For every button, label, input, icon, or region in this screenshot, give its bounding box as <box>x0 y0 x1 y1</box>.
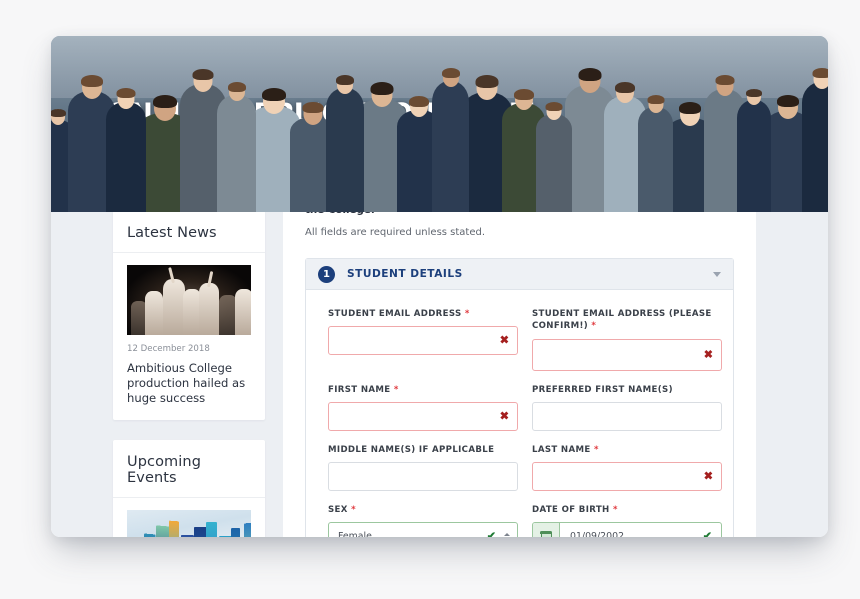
field-student-email-confirm: STUDENT EMAIL ADDRESS (PLEASE CONFIRM!) … <box>532 308 722 371</box>
label-text: LAST NAME <box>532 445 591 455</box>
section-number-badge: 1 <box>318 265 335 283</box>
label-text: STUDENT EMAIL ADDRESS <box>328 309 462 319</box>
field-sex: SEX * Female ✔ <box>328 504 518 537</box>
label-text: DATE OF BIRTH <box>532 505 610 515</box>
required-marker: * <box>351 505 356 515</box>
section-header-student-details[interactable]: 1 STUDENT DETAILS <box>306 259 733 290</box>
required-marker: * <box>393 385 399 395</box>
field-preferred-first-names: PREFERRED FIRST NAME(S) <box>532 384 722 431</box>
hero-banner: ONLINE APPLICATION FORM <box>51 36 828 212</box>
news-headline[interactable]: Ambitious College production hailed as h… <box>127 361 251 406</box>
field-label: STUDENT EMAIL ADDRESS (PLEASE CONFIRM!) … <box>532 308 722 333</box>
label-text: PREFERRED FIRST NAME(S) <box>532 385 673 395</box>
page-body: Latest News 12 December 2018 Ambitious C… <box>51 172 828 537</box>
required-marker: * <box>612 505 618 515</box>
field-last-name: LAST NAME * ✖ <box>532 444 722 491</box>
field-label: DATE OF BIRTH * <box>532 504 722 516</box>
upcoming-events-card: Upcoming Events <box>113 440 265 537</box>
student-email-confirm-input[interactable] <box>532 339 722 371</box>
first-name-input[interactable] <box>328 402 518 431</box>
calendar-icon[interactable] <box>533 523 560 537</box>
sidebar: Latest News 12 December 2018 Ambitious C… <box>113 211 265 537</box>
label-text: FIRST NAME <box>328 385 391 395</box>
field-middle-names: MIDDLE NAME(S) IF APPLICABLE <box>328 444 518 491</box>
field-label: STUDENT EMAIL ADDRESS * <box>328 308 518 320</box>
form-row: SEX * Female ✔ DATE OF BIRTH * 01/09/200… <box>328 504 722 537</box>
required-marker: * <box>464 309 470 319</box>
form-row: FIRST NAME * ✖ PREFERRED FIRST NAME(S) <box>328 384 722 431</box>
field-label: LAST NAME * <box>532 444 722 456</box>
form-subtext: All fields are required unless stated. <box>305 227 486 238</box>
label-text: SEX <box>328 505 348 515</box>
field-label: FIRST NAME * <box>328 384 518 396</box>
upcoming-events-title: Upcoming Events <box>113 440 265 498</box>
section-title: STUDENT DETAILS <box>347 268 463 280</box>
form-row: STUDENT EMAIL ADDRESS * ✖ STUDENT EMAIL … <box>328 308 722 371</box>
latest-news-title: Latest News <box>113 211 265 253</box>
date-of-birth-field[interactable]: 01/09/2002 ✔ <box>532 522 722 537</box>
section-body: STUDENT EMAIL ADDRESS * ✖ STUDENT EMAIL … <box>306 290 733 537</box>
application-form-card: Please fill out the application form bel… <box>283 172 756 537</box>
field-first-name: FIRST NAME * ✖ <box>328 384 518 431</box>
field-date-of-birth: DATE OF BIRTH * 01/09/2002 ✔ <box>532 504 722 537</box>
field-label: SEX * <box>328 504 518 516</box>
student-email-input[interactable] <box>328 326 518 355</box>
news-thumbnail[interactable] <box>127 265 251 335</box>
form-row: MIDDLE NAME(S) IF APPLICABLE LAST NAME *… <box>328 444 722 491</box>
field-label: PREFERRED FIRST NAME(S) <box>532 384 722 396</box>
news-date: 12 December 2018 <box>127 344 210 354</box>
last-name-input[interactable] <box>532 462 722 491</box>
date-of-birth-value[interactable]: 01/09/2002 <box>560 523 721 537</box>
required-marker: * <box>591 321 597 331</box>
middle-names-input[interactable] <box>328 462 518 491</box>
browser-window: ONLINE APPLICATION FORM Latest News 12 D… <box>51 36 828 537</box>
label-text: STUDENT EMAIL ADDRESS (PLEASE CONFIRM!) <box>532 309 712 331</box>
sex-select[interactable]: Female <box>328 522 518 537</box>
field-student-email: STUDENT EMAIL ADDRESS * ✖ <box>328 308 518 371</box>
latest-news-card: Latest News 12 December 2018 Ambitious C… <box>113 211 265 420</box>
label-text: MIDDLE NAME(S) IF APPLICABLE <box>328 445 495 455</box>
required-marker: * <box>593 445 599 455</box>
student-details-section: 1 STUDENT DETAILS STUDENT EMAIL ADDRESS … <box>305 258 734 537</box>
field-label: MIDDLE NAME(S) IF APPLICABLE <box>328 444 518 456</box>
events-thumbnail[interactable] <box>127 510 251 537</box>
preferred-first-names-input[interactable] <box>532 402 722 431</box>
chevron-down-icon[interactable] <box>713 271 721 277</box>
